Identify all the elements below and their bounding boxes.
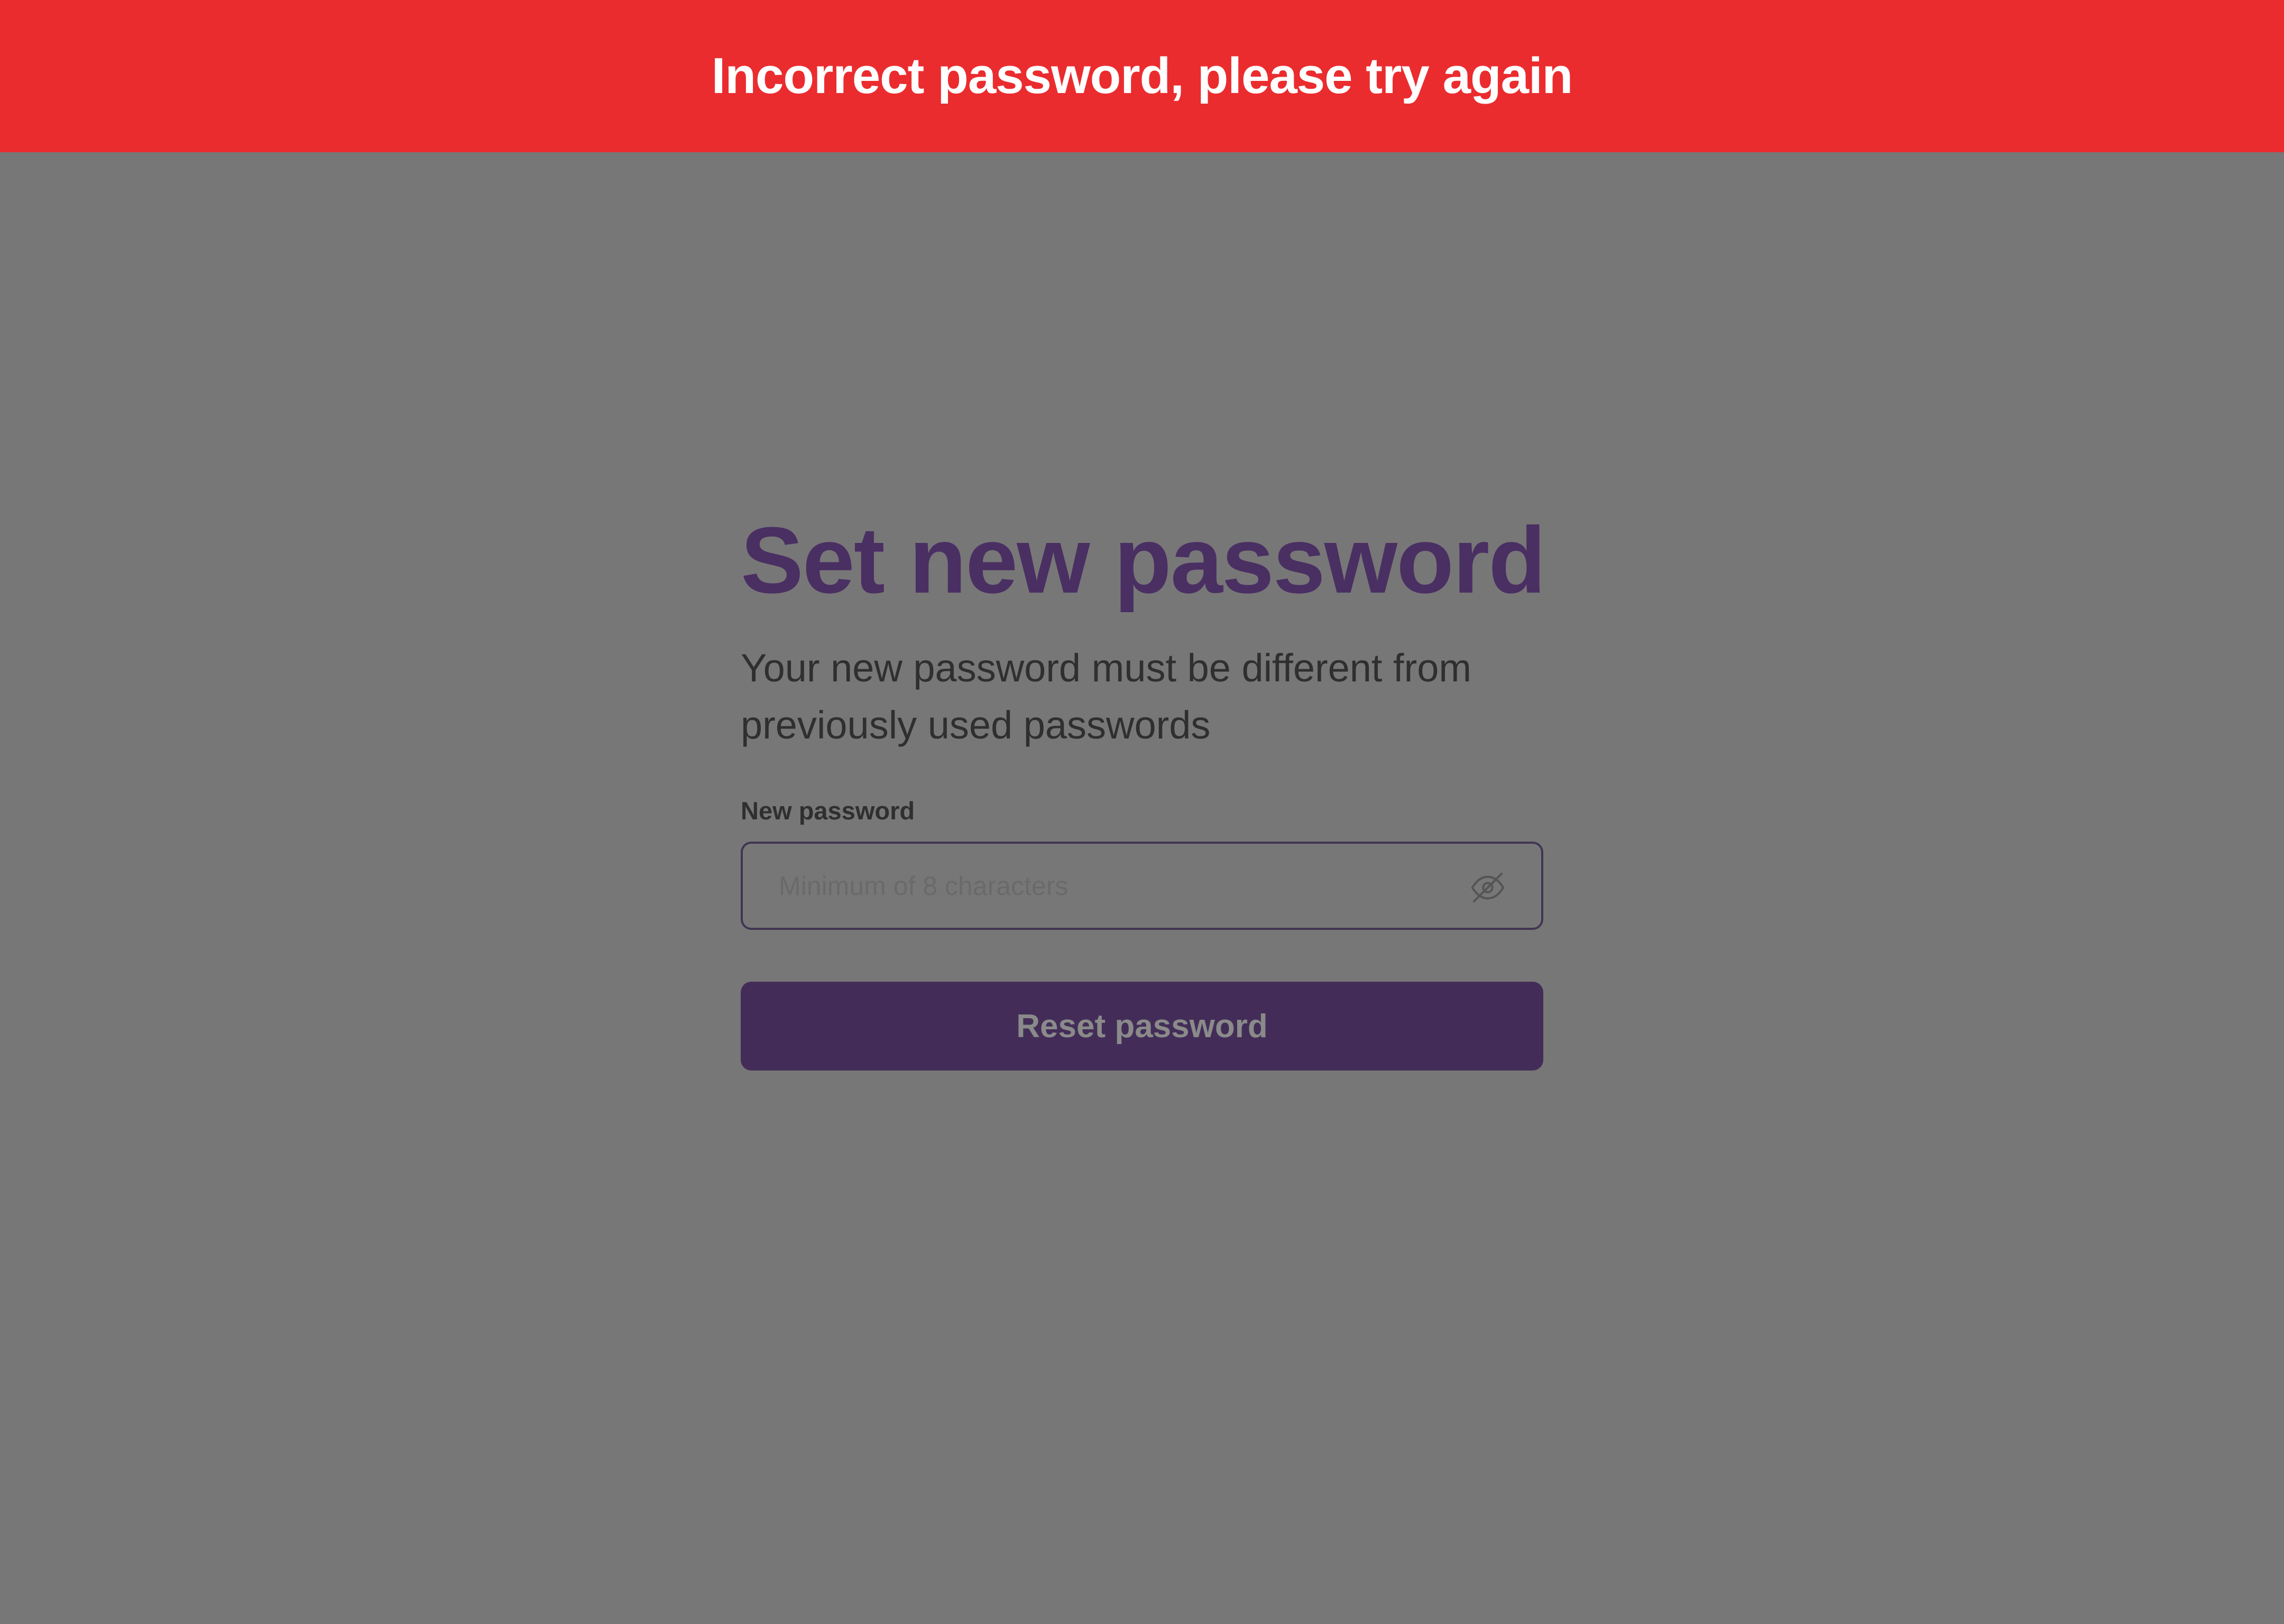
- page-subtitle: Your new password must be different from…: [741, 646, 1472, 747]
- error-banner: Incorrect password, please try again: [0, 0, 2284, 152]
- password-field: [741, 842, 1543, 930]
- password-input[interactable]: [743, 844, 1541, 928]
- error-message: Incorrect password, please try again: [711, 48, 1573, 104]
- reset-password-label: Reset password: [1016, 1008, 1268, 1045]
- reset-password-button[interactable]: Reset password: [741, 982, 1543, 1071]
- page-title: Set new password: [741, 508, 1546, 613]
- reset-password-form: Set new password Your new password must …: [741, 508, 1546, 1071]
- password-label: New password: [741, 797, 915, 825]
- eye-off-icon[interactable]: [1469, 869, 1506, 906]
